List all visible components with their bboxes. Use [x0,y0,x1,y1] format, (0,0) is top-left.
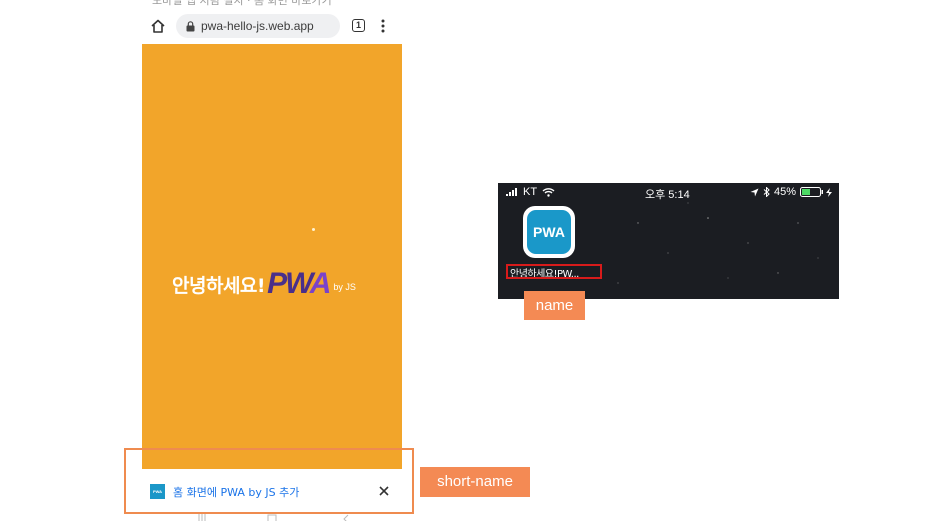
pwa-logo-a: A [309,267,332,300]
tab-switcher-button[interactable]: 1 [352,19,365,32]
right-status-group: 45% [750,186,833,198]
ios-homescreen: KT 오후 5:14 45% PWA 안녕하세요!PW... [498,183,839,299]
wifi-icon [542,188,555,197]
url-text: pwa-hello-js.web.app [201,19,314,33]
pwa-logo-pw: PW [267,267,312,300]
battery-icon [800,187,824,197]
location-icon [750,188,759,196]
cropped-caption: 모바일 앱 처럼 설치 · 홈 화면 바로가기 [152,0,332,7]
home-icon[interactable] [150,18,166,34]
splash-dot [312,228,315,231]
signal-icon [506,188,517,196]
status-time: 오후 5:14 [645,189,690,201]
name-highlight [506,264,602,279]
browser-address-bar: pwa-hello-js.web.app 1 [142,8,402,44]
splash-title: 안녕하세요! PWA by JS [172,264,356,304]
app-icon-face: PWA [527,210,571,254]
ios-status-bar: KT 오후 5:14 45% [498,183,839,201]
url-field[interactable]: pwa-hello-js.web.app [176,14,340,38]
carrier-group: KT [506,186,555,198]
battery-percent: 45% [774,186,797,198]
by-js-text: by JS [333,282,356,292]
short-name-tag: short-name [420,467,530,497]
charging-icon [826,187,833,197]
short-name-highlight [124,448,414,514]
splash-screen: 안녕하세요! PWA by JS [142,44,402,469]
menu-dots-icon[interactable] [380,17,386,35]
lock-icon [186,20,195,31]
carrier-name: KT [523,186,538,198]
android-phone-screen: pwa-hello-js.web.app 1 안녕하세요! PWA by JS … [142,8,402,521]
pwa-app-icon[interactable]: PWA [523,206,575,258]
pwa-logo: PWA [267,267,332,301]
bluetooth-icon [763,187,770,197]
name-tag: name [524,291,585,320]
greeting-text: 안녕하세요! [172,274,266,297]
